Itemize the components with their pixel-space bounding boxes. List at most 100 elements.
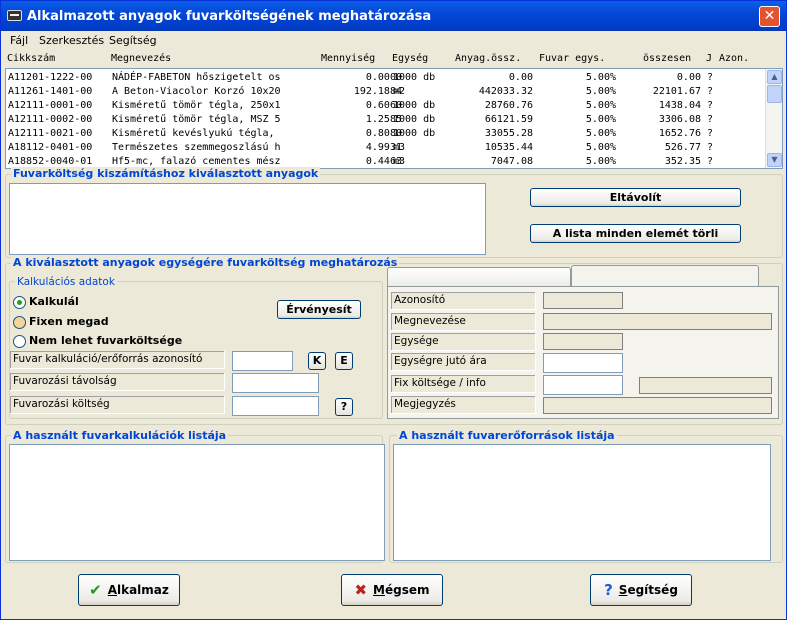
col-header-name[interactable]: Megnevezés (111, 53, 171, 64)
menu-edit[interactable]: Szerkesztés (39, 34, 104, 47)
col-header-unit[interactable]: Egység (392, 53, 428, 64)
dialog-window: Alkalmazott anyagok fuvarköltségének meg… (0, 0, 787, 620)
table-row[interactable]: A12111-0001-00 Kisméretű tömör tégla, 250… (6, 100, 766, 114)
radio-icon (13, 335, 26, 348)
tab-1[interactable] (387, 267, 571, 287)
cell-material-total: 442033.32 (478, 86, 533, 97)
table-row[interactable]: A11201-1222-00 NÁDÉP-FABETON hőszigetelt … (6, 72, 766, 86)
detail-unit-price-input[interactable] (543, 353, 623, 373)
apply-button[interactable]: ✔ Alkalmaz (78, 574, 180, 606)
cell-j: ? (707, 142, 714, 153)
question-icon: ? (604, 581, 613, 599)
title-bar[interactable]: Alkalmazott anyagok fuvarköltségének meg… (1, 1, 786, 31)
cell-freight-unit: 5.00% (585, 72, 616, 83)
calc-list[interactable] (9, 444, 385, 561)
resource-list[interactable] (393, 444, 771, 561)
cell-material-total: 10535.44 (484, 142, 533, 153)
distance-label: Fuvarozási távolság (10, 373, 225, 391)
cell-name: Hf5-mc, falazó cementes mész (112, 156, 281, 167)
col-header-material-total[interactable]: Anyag.össz. (455, 53, 521, 64)
selected-materials-list[interactable] (9, 183, 486, 255)
detail-note-field (543, 397, 772, 414)
menu-file[interactable]: Fájl (10, 34, 28, 47)
cell-total: 0.00 (676, 72, 701, 83)
cell-code: A18112-0401-00 (8, 142, 93, 153)
col-header-freight-unit[interactable]: Fuvar egys. (539, 53, 605, 64)
cancel-button[interactable]: ✖ Mégsem (341, 574, 443, 606)
col-header-code[interactable]: Cikkszám (7, 53, 55, 64)
tab-2[interactable] (571, 265, 759, 287)
cell-code: A12111-0021-00 (8, 128, 93, 139)
menu-bar: Fájl Szerkesztés Segítség (2, 31, 785, 50)
calc-data-title: Kalkulációs adatok (15, 276, 117, 288)
cell-name: NÁDÉP-FABETON hőszigetelt os (112, 72, 281, 83)
distance-input[interactable] (232, 373, 319, 393)
e-button[interactable]: E (335, 352, 353, 370)
cell-material-total: 0.00 (508, 72, 533, 83)
cell-j: ? (707, 128, 714, 139)
col-header-j[interactable]: J (706, 53, 712, 64)
col-header-quantity[interactable]: Mennyiség (321, 53, 375, 64)
k-button[interactable]: K (308, 352, 326, 370)
grid-scrollbar[interactable]: ▲ ▼ (765, 69, 782, 168)
cell-freight-unit: 5.00% (585, 128, 616, 139)
cell-freight-unit: 5.00% (585, 114, 616, 125)
menu-help[interactable]: Segítség (109, 34, 157, 47)
col-header-total[interactable]: összesen (643, 53, 691, 64)
cell-name: Természetes szemmegoszlású h (112, 142, 281, 153)
detail-fixed-cost-label: Fix költsége / info (391, 375, 536, 393)
table-row[interactable]: A18112-0401-00 Természetes szemmegoszlású… (6, 142, 766, 156)
cell-freight-unit: 5.00% (585, 156, 616, 167)
table-row[interactable]: A12111-0002-00 Kisméretű tömör tégla, MSZ… (6, 114, 766, 128)
detail-note-label: Megjegyzés (391, 396, 536, 414)
help-small-button[interactable]: ? (335, 398, 353, 416)
unit-freight-title: A kiválasztott anyagok egységére fuvarkö… (11, 256, 400, 269)
cell-total: 352.35 (664, 156, 701, 167)
scroll-down-icon[interactable]: ▼ (767, 153, 782, 167)
scroll-thumb[interactable] (767, 85, 782, 103)
detail-name-label: Megnevezése (391, 313, 536, 331)
calc-resource-id-label: Fuvar kalkuláció/erőforrás azonosító (10, 351, 225, 369)
cell-j: ? (707, 156, 714, 167)
scroll-up-icon[interactable]: ▲ (767, 70, 782, 84)
remove-button[interactable]: Eltávolít (530, 188, 741, 207)
cell-name: A Beton-Viacolor Korzó 10x20 (112, 86, 281, 97)
materials-grid[interactable]: A11201-1222-00 NÁDÉP-FABETON hőszigetelt … (5, 68, 783, 169)
detail-id-field (543, 292, 623, 309)
cell-name: Kisméretű kevéslyukú tégla, (112, 128, 275, 139)
cost-label: Fuvarozási költség (10, 396, 225, 414)
cell-code: A11201-1222-00 (8, 72, 93, 83)
cell-total: 22101.67 (652, 86, 701, 97)
cell-j: ? (707, 100, 714, 111)
cell-total: 1652.76 (658, 128, 701, 139)
detail-unit-price-label: Egységre jutó ára (391, 353, 536, 371)
detail-fixed-cost-input[interactable] (543, 375, 623, 395)
cell-total: 3306.08 (658, 114, 701, 125)
cell-material-total: 66121.59 (484, 114, 533, 125)
table-row[interactable]: A12111-0021-00 Kisméretű kevéslyukú tégla… (6, 128, 766, 142)
radio-selected-icon (13, 296, 26, 309)
clear-all-button[interactable]: A lista minden elemét törli (530, 224, 741, 243)
cell-freight-unit: 5.00% (585, 86, 616, 97)
table-row[interactable]: A11261-1401-00 A Beton-Viacolor Korzó 10x… (6, 86, 766, 100)
cell-freight-unit: 5.00% (585, 100, 616, 111)
col-header-id[interactable]: Azon. (719, 53, 749, 64)
cost-input[interactable] (232, 396, 319, 416)
cell-name: Kisméretű tömör tégla, 250x1 (112, 100, 281, 111)
cell-j: ? (707, 114, 714, 125)
close-button[interactable]: ✕ (759, 6, 780, 27)
check-icon: ✔ (89, 581, 102, 599)
window-title: Alkalmazott anyagok fuvarköltségének meg… (27, 9, 432, 24)
calc-list-title: A használt fuvarkalkulációk listája (11, 429, 229, 442)
help-button[interactable]: ? Segítség (590, 574, 692, 606)
app-icon (7, 10, 22, 21)
cell-unit: 1000 db (393, 72, 436, 83)
cross-icon: ✖ (354, 581, 368, 599)
calc-resource-id-input[interactable] (232, 351, 293, 371)
cell-unit: m2 (393, 86, 406, 97)
validate-button[interactable]: Érvényesít (277, 300, 361, 319)
cell-unit: 1000 db (393, 128, 436, 139)
detail-id-label: Azonosító (391, 292, 536, 310)
tab-content: Azonosító Megnevezése Egysége Egységre j… (387, 286, 779, 419)
cell-freight-unit: 5.00% (585, 142, 616, 153)
